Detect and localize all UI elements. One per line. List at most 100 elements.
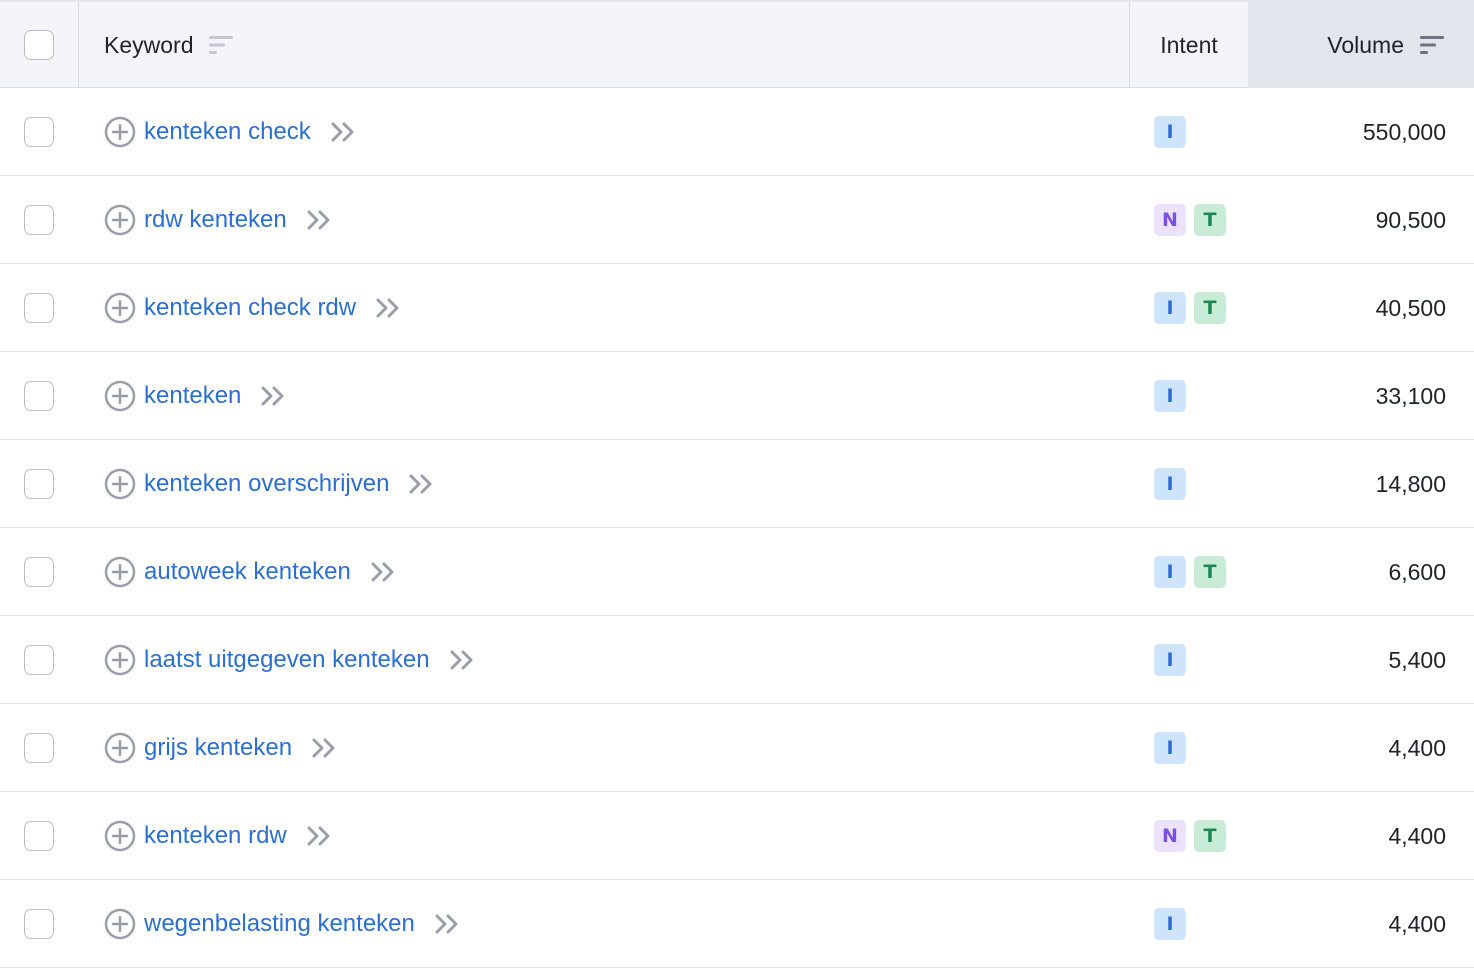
intent-badge: I: [1154, 380, 1186, 412]
table-header: Keyword Intent Volume: [0, 0, 1474, 88]
table-row: rdw kenteken NT 90,500: [0, 176, 1474, 264]
keyword-cell: autoweek kenteken: [104, 528, 397, 616]
intent-badge: I: [1154, 292, 1186, 324]
table-row: wegenbelasting kenteken I 4,400: [0, 880, 1474, 968]
row-checkbox[interactable]: [24, 557, 54, 587]
intent-badge: T: [1194, 820, 1226, 852]
keyword-cell: kenteken rdw: [104, 792, 333, 880]
double-chevron-right-icon[interactable]: [329, 118, 357, 146]
keyword-header-label: Keyword: [104, 31, 194, 58]
intent-column-header: Intent: [1130, 2, 1248, 88]
keyword-link[interactable]: rdw kenteken: [144, 206, 287, 234]
intent-badge: T: [1194, 292, 1226, 324]
row-checkbox[interactable]: [24, 733, 54, 763]
keyword-link[interactable]: kenteken overschrijven: [144, 470, 389, 498]
double-chevron-right-icon[interactable]: [448, 646, 476, 674]
row-checkbox[interactable]: [24, 821, 54, 851]
intent-cell: NT: [1154, 820, 1226, 852]
intent-badge: I: [1154, 468, 1186, 500]
intent-badge: I: [1154, 644, 1186, 676]
plus-circle-icon[interactable]: [104, 204, 136, 236]
intent-cell: I: [1154, 644, 1186, 676]
intent-cell: I: [1154, 116, 1186, 148]
plus-circle-icon[interactable]: [104, 116, 136, 148]
table-row: autoweek kenteken IT 6,600: [0, 528, 1474, 616]
row-checkbox[interactable]: [24, 205, 54, 235]
plus-circle-icon[interactable]: [104, 644, 136, 676]
plus-circle-icon[interactable]: [104, 908, 136, 940]
intent-cell: I: [1154, 908, 1186, 940]
double-chevron-right-icon[interactable]: [310, 734, 338, 762]
keyword-cell: kenteken check rdw: [104, 264, 402, 352]
intent-badge: T: [1194, 204, 1226, 236]
sort-icon[interactable]: [1420, 34, 1444, 56]
volume-header-label: Volume: [1327, 31, 1404, 58]
column-divider: [78, 2, 79, 87]
plus-circle-icon[interactable]: [104, 732, 136, 764]
intent-badge: N: [1154, 820, 1186, 852]
table-row: kenteken overschrijven I 14,800: [0, 440, 1474, 528]
volume-column-header[interactable]: Volume: [1248, 2, 1474, 88]
keyword-cell: wegenbelasting kenteken: [104, 880, 461, 968]
intent-cell: I: [1154, 468, 1186, 500]
plus-circle-icon[interactable]: [104, 468, 136, 500]
intent-cell: NT: [1154, 204, 1226, 236]
keyword-cell: laatst uitgegeven kenteken: [104, 616, 476, 704]
sort-icon[interactable]: [209, 34, 234, 56]
keyword-column-header[interactable]: Keyword: [104, 2, 234, 88]
volume-value: 4,400: [1388, 734, 1446, 761]
intent-badge: I: [1154, 116, 1186, 148]
keyword-link[interactable]: laatst uitgegeven kenteken: [144, 646, 430, 674]
volume-value: 550,000: [1362, 118, 1446, 145]
double-chevron-right-icon[interactable]: [305, 206, 333, 234]
keyword-link[interactable]: kenteken: [144, 382, 241, 410]
double-chevron-right-icon[interactable]: [433, 910, 461, 938]
double-chevron-right-icon[interactable]: [407, 470, 435, 498]
row-checkbox[interactable]: [24, 469, 54, 499]
intent-cell: IT: [1154, 292, 1226, 324]
keyword-cell: kenteken: [104, 352, 287, 440]
intent-cell: IT: [1154, 556, 1226, 588]
volume-value: 90,500: [1375, 206, 1446, 233]
row-checkbox[interactable]: [24, 645, 54, 675]
double-chevron-right-icon[interactable]: [305, 822, 333, 850]
intent-badge: N: [1154, 204, 1186, 236]
table-row: laatst uitgegeven kenteken I 5,400: [0, 616, 1474, 704]
volume-value: 40,500: [1375, 294, 1446, 321]
plus-circle-icon[interactable]: [104, 820, 136, 852]
keyword-link[interactable]: kenteken check: [144, 118, 311, 146]
table-row: kenteken check I 550,000: [0, 88, 1474, 176]
plus-circle-icon[interactable]: [104, 380, 136, 412]
intent-badge: I: [1154, 908, 1186, 940]
table-row: grijs kenteken I 4,400: [0, 704, 1474, 792]
row-checkbox[interactable]: [24, 293, 54, 323]
table-row: kenteken check rdw IT 40,500: [0, 264, 1474, 352]
double-chevron-right-icon[interactable]: [369, 558, 397, 586]
volume-value: 6,600: [1388, 558, 1446, 585]
keyword-table: Keyword Intent Volume kenteken check I 5…: [0, 0, 1474, 968]
keyword-link[interactable]: kenteken check rdw: [144, 294, 356, 322]
double-chevron-right-icon[interactable]: [374, 294, 402, 322]
intent-cell: I: [1154, 732, 1186, 764]
row-checkbox[interactable]: [24, 381, 54, 411]
row-checkbox[interactable]: [24, 909, 54, 939]
double-chevron-right-icon[interactable]: [259, 382, 287, 410]
intent-badge: I: [1154, 732, 1186, 764]
keyword-cell: kenteken overschrijven: [104, 440, 435, 528]
keyword-link[interactable]: kenteken rdw: [144, 822, 287, 850]
intent-badge: I: [1154, 556, 1186, 588]
plus-circle-icon[interactable]: [104, 556, 136, 588]
keyword-cell: rdw kenteken: [104, 176, 333, 264]
table-row: kenteken I 33,100: [0, 352, 1474, 440]
table-body: kenteken check I 550,000 rdw kenteken NT…: [0, 88, 1474, 968]
plus-circle-icon[interactable]: [104, 292, 136, 324]
keyword-link[interactable]: wegenbelasting kenteken: [144, 910, 415, 938]
keyword-link[interactable]: autoweek kenteken: [144, 558, 351, 586]
intent-header-label: Intent: [1160, 31, 1218, 58]
row-checkbox[interactable]: [24, 117, 54, 147]
keyword-link[interactable]: grijs kenteken: [144, 734, 292, 762]
volume-value: 33,100: [1375, 382, 1446, 409]
select-all-checkbox[interactable]: [24, 30, 54, 60]
keyword-cell: kenteken check: [104, 88, 357, 176]
keyword-cell: grijs kenteken: [104, 704, 338, 792]
